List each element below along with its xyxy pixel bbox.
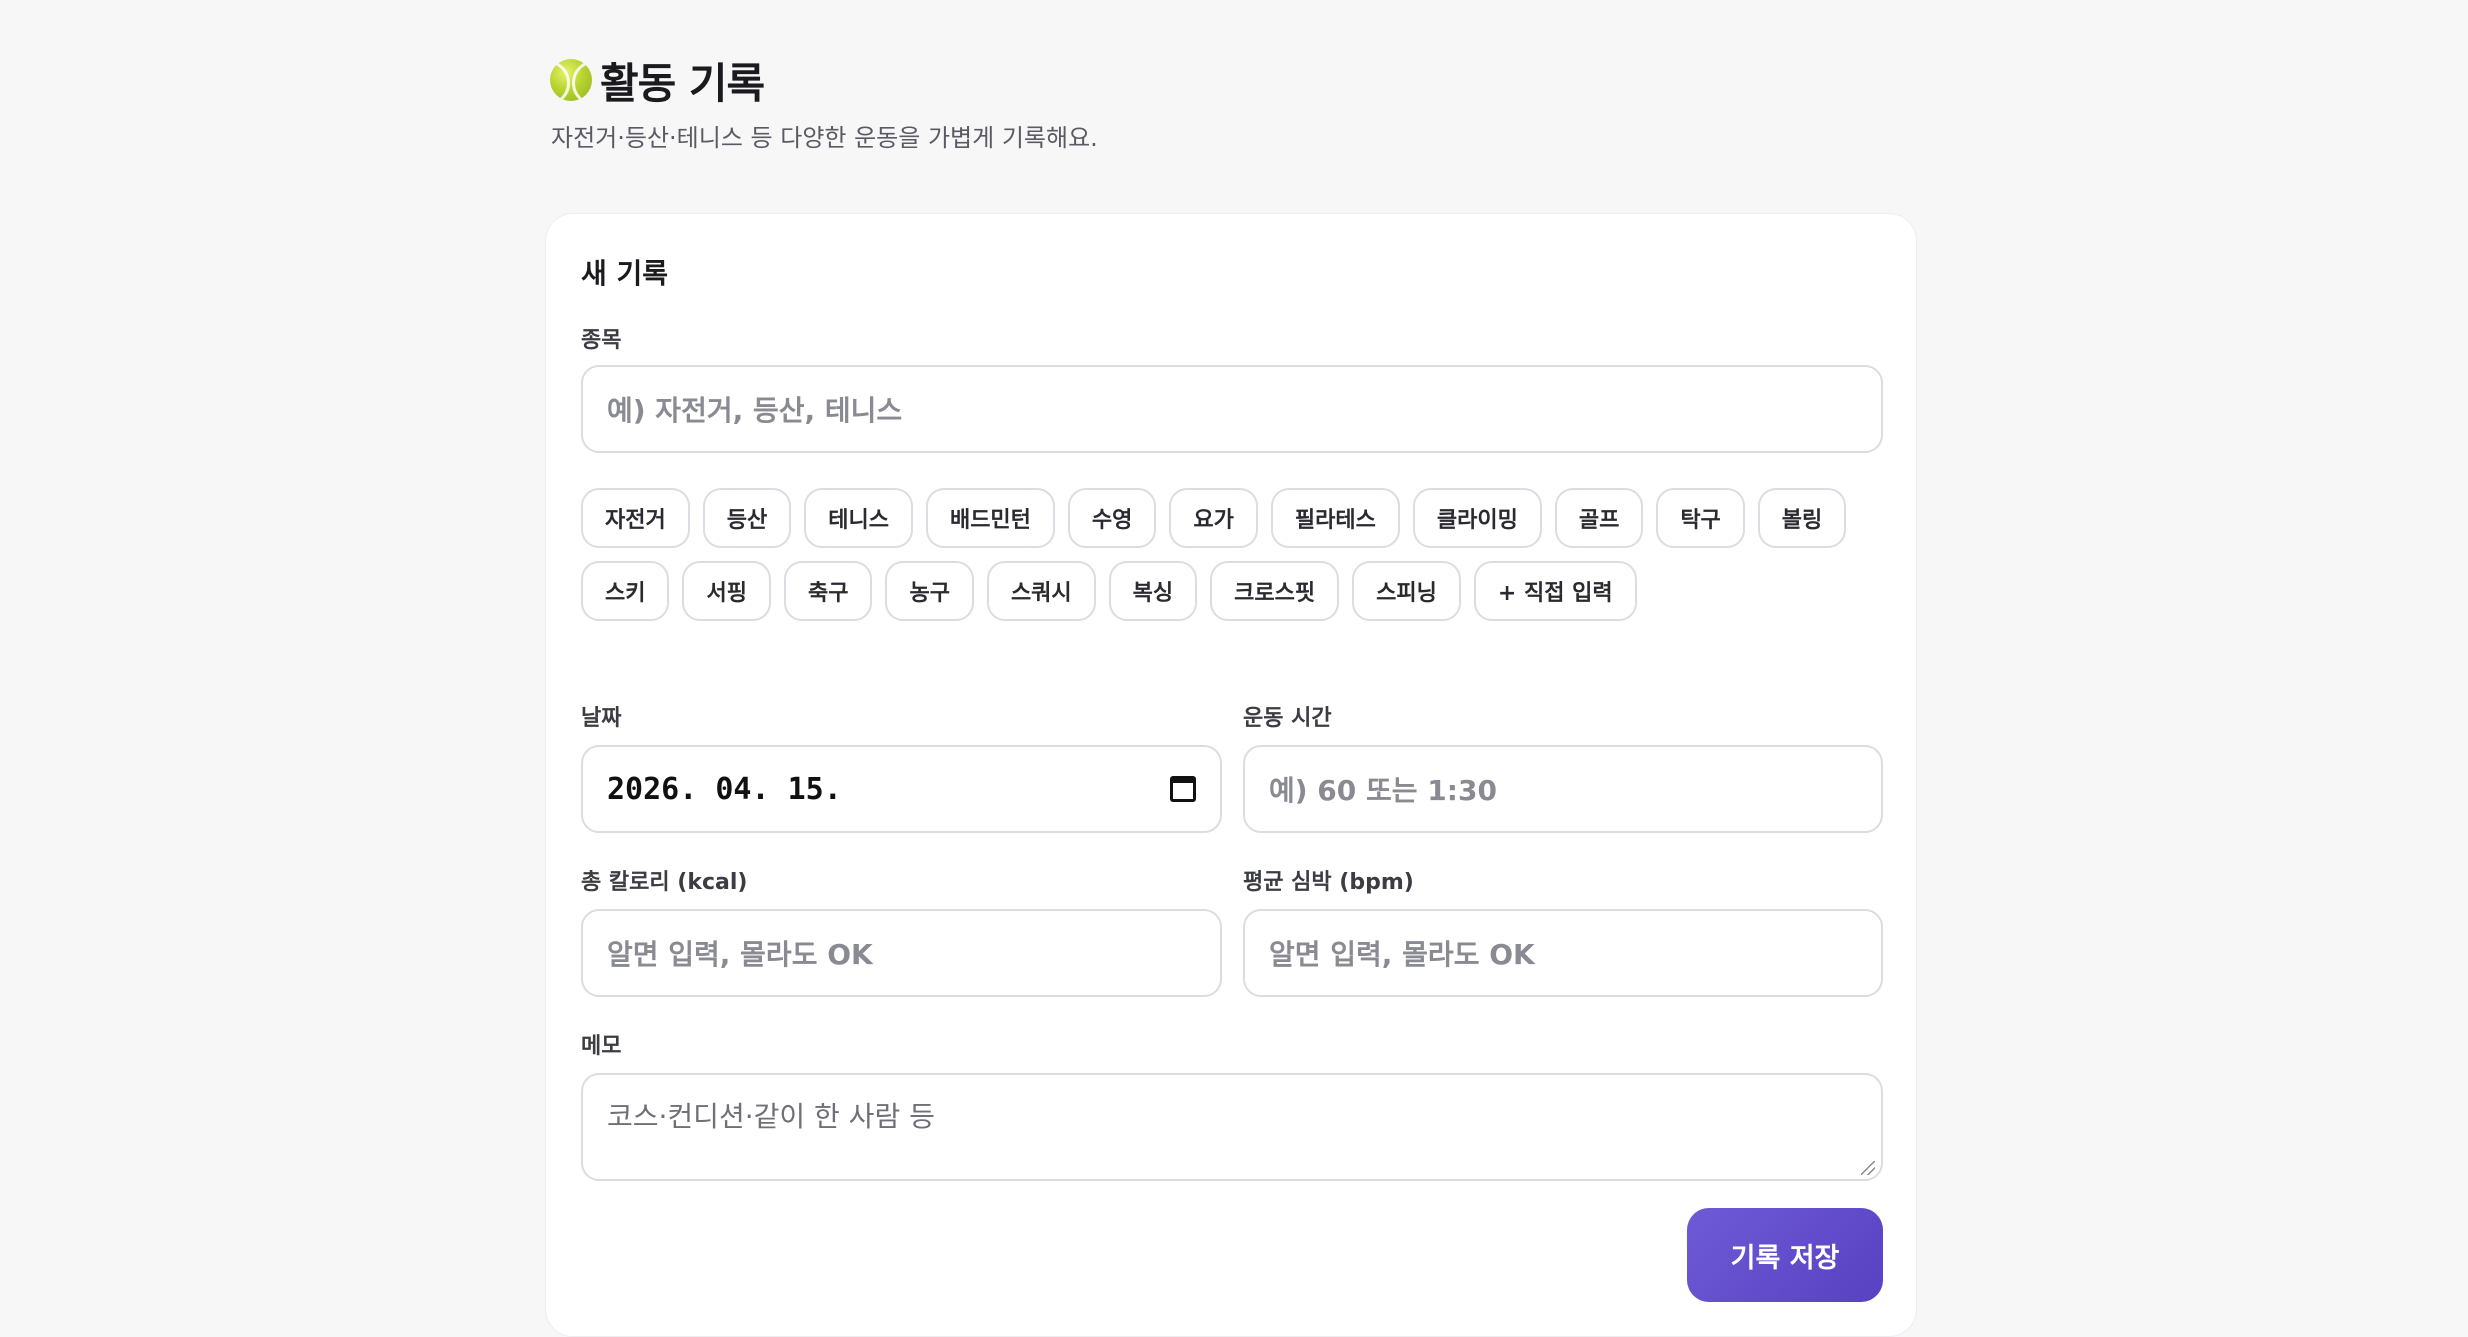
new-record-card: 새 기록 종목 예) 자전거, 등산, 테니스 자전거 등산 테니스 배드민턴 수영 요가… xyxy=(545,213,1917,1337)
date-input[interactable]: 2026. 04. 15. xyxy=(581,745,1222,833)
page-title: 활동 기록 xyxy=(600,58,765,108)
sport-chip[interactable]: 등산 xyxy=(702,488,792,548)
resize-handle-icon[interactable] xyxy=(1861,1161,1875,1175)
sport-chip[interactable]: 테니스 xyxy=(804,488,913,548)
sport-chip[interactable]: 필라테스 xyxy=(1270,488,1400,548)
date-value: 2026. 04. 15. xyxy=(607,771,842,807)
memo-label: 메모 xyxy=(581,1034,622,1059)
sport-input-placeholder: 예) 자전거, 등산, 테니스 xyxy=(607,394,903,427)
tennis-ball-icon xyxy=(550,59,592,101)
sport-chip-list: 자전거 등산 테니스 배드민턴 수영 요가 필라테스 클라이밍 골프 탁구 볼링스키 서핑 축구 농구 스쿼… xyxy=(581,488,1883,621)
memo-textarea-placeholder: 코스·컨디션·같이 한 사람 등 xyxy=(607,1100,935,1133)
page-header: 활동 기록 xyxy=(545,52,1917,108)
heart-rate-label: 평균 심박 (bpm) xyxy=(1243,870,1414,895)
sport-chip[interactable]: 축구 xyxy=(783,561,873,621)
calendar-icon[interactable] xyxy=(1170,776,1196,802)
sport-chip[interactable]: 복싱 xyxy=(1108,561,1198,621)
page-subtitle: 자전거·등산·테니스 등 다양한 운동을 가볍게 기록해요. xyxy=(551,124,1098,152)
sport-chip[interactable]: 골프 xyxy=(1554,488,1644,548)
card-title: 새 기록 xyxy=(581,257,669,290)
sport-chip[interactable]: 스피닝 xyxy=(1352,561,1461,621)
sport-chip[interactable]: + 직접 입력 xyxy=(1473,561,1637,621)
sport-chip[interactable]: 볼링 xyxy=(1757,488,1847,548)
sport-chip[interactable]: 스쿼시 xyxy=(986,561,1096,621)
date-label: 날짜 xyxy=(581,706,622,731)
activity-log-page: 활동 기록 자전거·등산·테니스 등 다양한 운동을 가볍게 기록해요. 새 기… xyxy=(545,52,1917,1337)
sport-chip[interactable]: 자전거 xyxy=(581,488,690,548)
duration-input[interactable]: 예) 60 또는 1:30 xyxy=(1243,745,1883,833)
calories-input-placeholder: 알면 입력, 몰라도 OK xyxy=(607,938,873,971)
heart-rate-input-placeholder: 알면 입력, 몰라도 OK xyxy=(1269,938,1535,971)
sport-chip[interactable]: 스키 xyxy=(581,561,670,621)
sport-input[interactable]: 예) 자전거, 등산, 테니스 xyxy=(581,365,1883,453)
sport-chip[interactable]: 서핑 xyxy=(682,561,771,621)
sport-chip[interactable]: 클라이밍 xyxy=(1412,488,1542,548)
calories-label: 총 칼로리 (kcal) xyxy=(581,870,748,895)
memo-textarea[interactable]: 코스·컨디션·같이 한 사람 등 xyxy=(581,1073,1883,1181)
heart-rate-input[interactable]: 알면 입력, 몰라도 OK xyxy=(1243,909,1883,997)
sport-chip[interactable]: 크로스핏 xyxy=(1210,561,1340,621)
sport-chip[interactable]: 농구 xyxy=(885,561,974,621)
calories-input[interactable]: 알면 입력, 몰라도 OK xyxy=(581,909,1222,997)
save-record-button[interactable]: 기록 저장 xyxy=(1687,1208,1883,1302)
duration-label: 운동 시간 xyxy=(1243,706,1332,731)
sport-chip[interactable]: 수영 xyxy=(1067,488,1157,548)
sport-chip[interactable]: 배드민턴 xyxy=(925,488,1055,548)
duration-input-placeholder: 예) 60 또는 1:30 xyxy=(1269,774,1497,807)
sport-chip[interactable]: 탁구 xyxy=(1656,488,1745,548)
sport-chip[interactable]: 요가 xyxy=(1169,488,1258,548)
sport-label: 종목 xyxy=(581,328,622,353)
